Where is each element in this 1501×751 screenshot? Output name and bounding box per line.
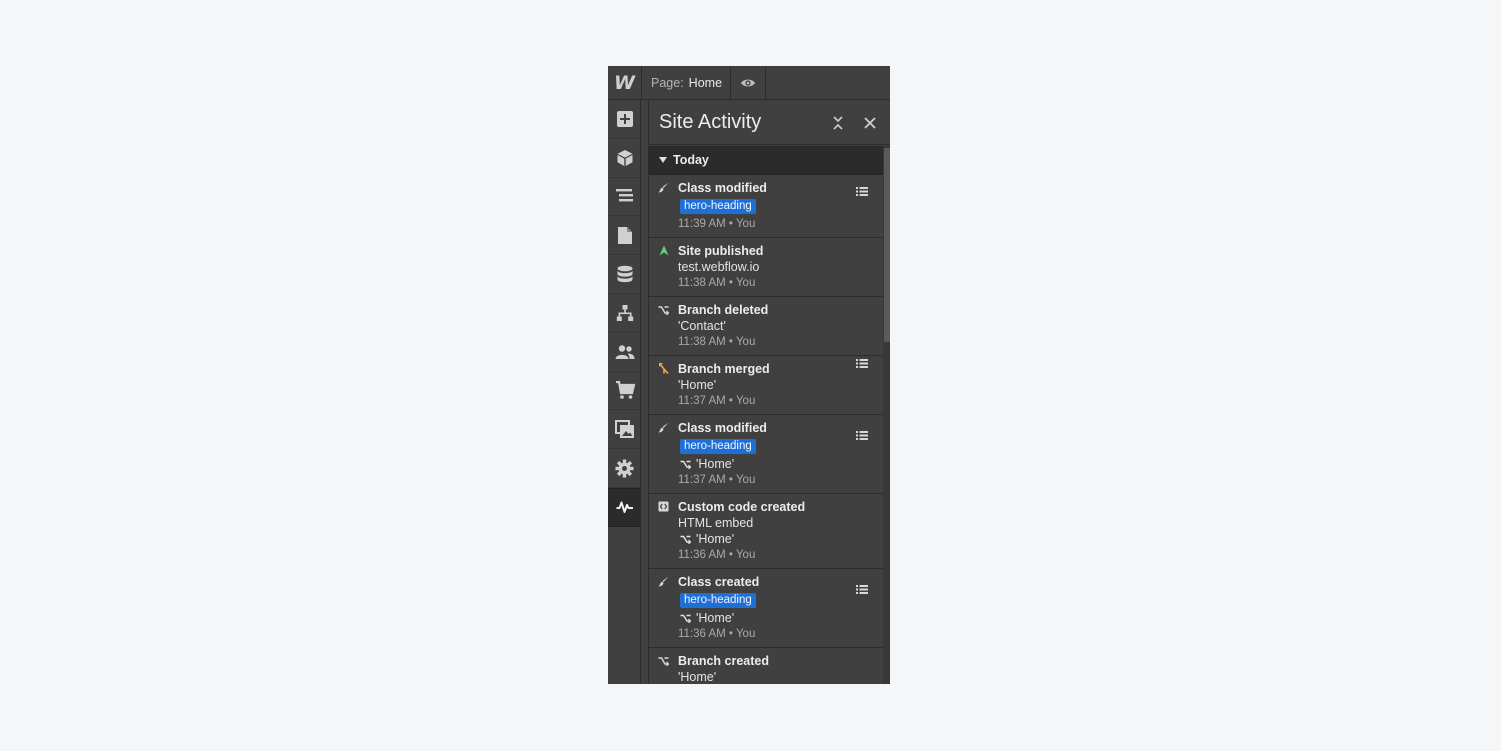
cart-icon xyxy=(615,380,635,399)
page-value: Home xyxy=(688,75,723,90)
pages-button[interactable] xyxy=(608,216,641,256)
publish-icon xyxy=(658,245,669,256)
activity-time: 11:37 AM • You xyxy=(678,395,756,407)
close-icon xyxy=(864,117,876,129)
navigator-button[interactable] xyxy=(608,178,641,217)
settings-button[interactable] xyxy=(608,449,641,488)
panel-title: Site Activity xyxy=(659,110,762,133)
site-activity-panel: Site Activity Today Class modified hero-h… xyxy=(648,100,890,684)
navigator-layers-icon xyxy=(615,189,633,202)
logic-button[interactable] xyxy=(608,294,641,333)
merge-icon xyxy=(658,363,669,374)
eye-icon xyxy=(741,79,755,86)
code-embed-icon xyxy=(658,501,669,512)
branch-name: 'Home' xyxy=(696,457,735,471)
activity-title: Branch deleted xyxy=(678,303,769,317)
activity-detail: 'Home' xyxy=(678,670,717,684)
scrollbar-thumb[interactable] xyxy=(884,148,890,342)
close-panel-button[interactable] xyxy=(861,114,879,132)
activity-items: Class modified hero-heading 11:39 AM • You… xyxy=(649,175,890,684)
panel-header: Site Activity xyxy=(649,100,890,145)
branch-icon xyxy=(680,614,691,623)
logic-flow-icon xyxy=(616,304,633,321)
activity-detail: 'Home' xyxy=(678,378,717,392)
activity-title: Branch merged xyxy=(678,362,770,376)
activity-list[interactable]: Today Class modified hero-heading 11:39 AM… xyxy=(649,146,890,684)
branch-name: 'Home' xyxy=(696,611,735,625)
activity-item[interactable]: Site published test.webflow.io 11:38 AM • … xyxy=(649,238,883,297)
users-icon xyxy=(615,344,634,359)
activity-time: 11:37 AM • You xyxy=(678,474,756,486)
class-tag[interactable]: hero-heading xyxy=(680,593,756,608)
details-list-icon[interactable] xyxy=(856,428,868,440)
brush-icon xyxy=(658,576,669,587)
users-button[interactable] xyxy=(608,333,641,372)
activity-title: Class created xyxy=(678,575,760,589)
site-activity-button[interactable] xyxy=(608,487,641,527)
ecommerce-button[interactable] xyxy=(608,372,641,411)
activity-item[interactable]: Custom code created HTML embed 'Home' 11:36… xyxy=(649,494,883,569)
page-selector[interactable]: Page: Home xyxy=(642,66,731,99)
class-tag[interactable]: hero-heading xyxy=(680,439,756,454)
left-toolbar xyxy=(608,100,641,684)
collapse-icon xyxy=(833,116,843,130)
activity-branch: 'Home' xyxy=(678,610,883,626)
cube-icon xyxy=(617,149,632,166)
activity-detail: 'Contact' xyxy=(678,319,726,333)
assets-button[interactable] xyxy=(608,410,641,450)
cms-button[interactable] xyxy=(608,255,641,294)
branch-icon xyxy=(680,460,691,469)
activity-time: 11:36 AM • You xyxy=(678,628,756,640)
gear-icon xyxy=(615,459,634,478)
details-list-icon[interactable] xyxy=(856,582,868,594)
branch-icon xyxy=(658,655,669,666)
add-elements-button[interactable] xyxy=(608,100,641,139)
scrollbar[interactable] xyxy=(883,146,890,684)
branch-icon xyxy=(658,304,669,315)
section-today[interactable]: Today xyxy=(649,146,883,175)
class-tag[interactable]: hero-heading xyxy=(680,199,756,214)
activity-pulse-icon xyxy=(616,501,633,514)
collapse-all-button[interactable] xyxy=(829,114,847,132)
activity-title: Branch created xyxy=(678,654,770,668)
activity-title: Class modified xyxy=(678,181,767,195)
brush-icon xyxy=(658,422,669,433)
caret-down-icon xyxy=(659,157,667,163)
activity-title: Custom code created xyxy=(678,500,806,514)
activity-item[interactable]: Class modified hero-heading 'Home' 11:37 AM… xyxy=(649,415,883,494)
branch-icon xyxy=(680,535,691,544)
activity-time: 11:39 AM • You xyxy=(678,218,756,230)
database-icon xyxy=(617,265,632,283)
activity-time: 11:38 AM • You xyxy=(678,277,756,289)
webflow-logo[interactable]: W xyxy=(608,66,642,100)
assets-images-icon xyxy=(614,419,634,438)
activity-title: Site published xyxy=(678,244,764,258)
details-list-icon[interactable] xyxy=(856,356,868,368)
activity-item[interactable]: Branch deleted 'Contact' 11:38 AM • You xyxy=(649,297,883,356)
page-icon xyxy=(617,226,632,244)
activity-item[interactable]: Class modified hero-heading 11:39 AM • You xyxy=(649,175,883,238)
activity-time: 11:36 AM • You xyxy=(678,549,756,561)
activity-branch: 'Home' xyxy=(678,456,883,472)
activity-item[interactable]: Branch created'Home'11:28 AM • You xyxy=(649,648,883,684)
activity-item[interactable]: Class created hero-heading 'Home' 11:36 AM … xyxy=(649,569,883,648)
page-label: Page: xyxy=(651,75,684,90)
symbols-button[interactable] xyxy=(608,139,641,178)
brush-icon xyxy=(658,182,669,193)
top-bar: W Page: Home xyxy=(608,66,890,100)
branch-name: 'Home' xyxy=(696,532,735,546)
add-plus-icon xyxy=(616,110,633,127)
activity-title: Class modified xyxy=(678,421,767,435)
details-list-icon[interactable] xyxy=(856,184,868,196)
activity-detail: HTML embed xyxy=(678,516,754,530)
preview-button[interactable] xyxy=(731,66,766,99)
activity-time: 11:38 AM • You xyxy=(678,336,756,348)
designer-window: W Page: Home Site Activity Today Class m… xyxy=(608,66,890,684)
activity-detail: test.webflow.io xyxy=(678,260,760,274)
activity-branch: 'Home' xyxy=(678,531,883,547)
section-label: Today xyxy=(673,153,709,167)
activity-item[interactable]: Branch merged 'Home' 11:37 AM • You xyxy=(649,356,883,415)
